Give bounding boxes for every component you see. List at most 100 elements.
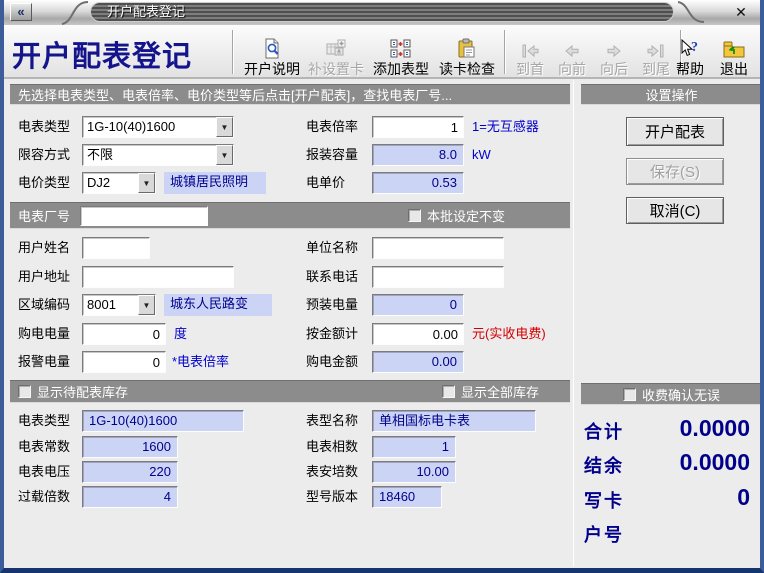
inventory-bar: 显示待配表库存 显示全部库存 bbox=[10, 380, 570, 403]
card-plus-icon bbox=[325, 36, 347, 60]
balance-label: 结余 bbox=[584, 452, 624, 478]
capacity-unit: kW bbox=[472, 144, 491, 166]
user-name-input[interactable] bbox=[82, 237, 150, 259]
total-value: 0.0000 bbox=[680, 415, 750, 442]
phases-label: 电表相数 bbox=[306, 436, 358, 458]
toolbar-label: 退出 bbox=[720, 61, 748, 77]
panel-divider bbox=[573, 80, 574, 566]
nav-first-button: 到首 bbox=[510, 29, 550, 77]
region-label: 区域编码 bbox=[18, 294, 70, 316]
toolbar-label: 到尾 bbox=[642, 61, 670, 77]
page-title: 开户配表登记 bbox=[12, 33, 228, 75]
price-type-select[interactable]: DJ2 ▼ bbox=[82, 172, 156, 194]
titlebar-flourish-2 bbox=[676, 0, 706, 25]
limit-mode-select[interactable]: 不限 ▼ bbox=[82, 144, 234, 166]
meter-ratio-input[interactable] bbox=[372, 116, 464, 138]
preload-qty-label: 预装电量 bbox=[306, 294, 358, 316]
fee-confirm-bar: 收费确认无误 bbox=[581, 383, 762, 405]
region-select[interactable]: 8001 ▼ bbox=[82, 294, 156, 316]
toolbar-label: 补设置卡 bbox=[308, 61, 364, 77]
limit-mode-value: 不限 bbox=[83, 145, 216, 165]
batch-fixed-checkbox-group: 本批设定不变 bbox=[408, 206, 505, 225]
open-account-help-button[interactable]: 开户说明 bbox=[242, 29, 302, 77]
type-name-label: 表型名称 bbox=[306, 410, 358, 432]
capacity-value: 8.0 bbox=[372, 144, 464, 166]
by-amount-label: 按金额计 bbox=[306, 323, 358, 345]
alarm-qty-input[interactable] bbox=[82, 351, 166, 373]
region-value: 8001 bbox=[83, 295, 138, 315]
overload-label: 过载倍数 bbox=[18, 486, 70, 508]
factory-no-bar: 电表厂号 本批设定不变 bbox=[10, 202, 570, 229]
nav-last-icon bbox=[645, 36, 667, 60]
purchase-amount-label: 购电金额 bbox=[306, 351, 358, 373]
overload-value: 4 bbox=[82, 486, 178, 508]
nav-next-button: 向后 bbox=[594, 29, 634, 77]
app-window: « 开户配表登记 ✕ 开户配表登记 开户说明 补设置卡 bbox=[0, 0, 764, 573]
close-button[interactable]: ✕ bbox=[732, 4, 750, 21]
amperage-value: 10.00 bbox=[372, 461, 456, 483]
nav-prev-button: 向前 bbox=[552, 29, 592, 77]
save-button: 保存(S) bbox=[626, 158, 724, 185]
unit-price-value: 0.53 bbox=[372, 172, 464, 194]
add-meter-type-button[interactable]: 添加表型 bbox=[370, 29, 432, 77]
model-ver-value: 18460 bbox=[372, 486, 442, 508]
batch-fixed-checkbox[interactable] bbox=[408, 209, 421, 222]
ops-panel-header: 设置操作 bbox=[581, 84, 762, 105]
price-type-label: 电价类型 bbox=[18, 172, 70, 194]
phases-value: 1 bbox=[372, 436, 456, 458]
help-button[interactable]: ? 帮助 bbox=[670, 29, 710, 77]
chevron-down-icon[interactable]: ▼ bbox=[138, 173, 155, 193]
purchase-qty-label: 购电电量 bbox=[18, 323, 70, 345]
factory-no-input[interactable] bbox=[80, 206, 208, 226]
by-amount-input[interactable] bbox=[372, 323, 464, 345]
price-type-desc: 城镇居民照明 bbox=[164, 172, 266, 194]
supplement-card-button: 补设置卡 bbox=[306, 29, 366, 77]
meter-const-label: 电表常数 bbox=[18, 436, 70, 458]
open-meter-config-button[interactable]: 开户配表 bbox=[626, 117, 724, 146]
account-no-label: 户号 bbox=[584, 521, 624, 547]
exit-button[interactable]: 退出 bbox=[714, 29, 754, 77]
meter-type2-label: 电表类型 bbox=[18, 410, 70, 432]
clipboard-icon bbox=[456, 36, 478, 60]
meter-type-label: 电表类型 bbox=[18, 116, 70, 138]
region-desc: 城东人民路变 bbox=[164, 294, 272, 316]
purchase-qty-input[interactable] bbox=[82, 323, 166, 345]
write-card-label: 写卡 bbox=[584, 487, 624, 513]
pending-inventory-checkbox-group: 显示待配表库存 bbox=[18, 382, 128, 401]
balance-value: 0.0000 bbox=[680, 449, 750, 476]
add-type-icon bbox=[389, 36, 413, 60]
window-title: 开户配表登记 bbox=[90, 2, 674, 22]
factory-no-label: 电表厂号 bbox=[18, 206, 70, 225]
by-amount-hint: 元(实收电费) bbox=[472, 323, 546, 345]
toolbar-label: 帮助 bbox=[676, 61, 704, 77]
purchase-qty-unit: 度 bbox=[174, 323, 187, 345]
read-card-check-button[interactable]: 读卡检查 bbox=[436, 29, 498, 77]
alarm-qty-label: 报警电量 bbox=[18, 351, 70, 373]
nav-prev-icon bbox=[561, 36, 583, 60]
toolbar-label: 读卡检查 bbox=[439, 61, 495, 77]
toolbar-label: 向后 bbox=[600, 61, 628, 77]
exit-icon bbox=[722, 36, 746, 60]
meter-type-select[interactable]: 1G-10(40)1600 ▼ bbox=[82, 116, 234, 138]
all-inventory-checkbox[interactable] bbox=[442, 385, 455, 398]
ops-panel-title: 设置操作 bbox=[645, 85, 697, 104]
batch-fixed-label: 本批设定不变 bbox=[427, 206, 505, 225]
price-type-value: DJ2 bbox=[83, 173, 138, 193]
fee-confirm-checkbox[interactable] bbox=[623, 388, 636, 401]
unit-price-label: 电单价 bbox=[306, 172, 345, 194]
cancel-button[interactable]: 取消(C) bbox=[626, 197, 724, 224]
model-ver-label: 型号版本 bbox=[306, 486, 358, 508]
chevron-down-icon[interactable]: ▼ bbox=[138, 295, 155, 315]
user-addr-input[interactable] bbox=[82, 266, 234, 288]
svg-text:?: ? bbox=[691, 40, 698, 55]
chevron-down-icon[interactable]: ▼ bbox=[216, 145, 233, 165]
meter-type2-value: 1G-10(40)1600 bbox=[82, 410, 244, 432]
toolbar-label: 到首 bbox=[516, 61, 544, 77]
amperage-label: 表安培数 bbox=[306, 461, 358, 483]
write-card-value: 0 bbox=[737, 484, 750, 511]
org-name-input[interactable] bbox=[372, 237, 504, 259]
chevron-down-icon[interactable]: ▼ bbox=[216, 117, 233, 137]
meter-ratio-label: 电表倍率 bbox=[306, 116, 358, 138]
phone-input[interactable] bbox=[372, 266, 504, 288]
pending-inventory-checkbox[interactable] bbox=[18, 385, 31, 398]
